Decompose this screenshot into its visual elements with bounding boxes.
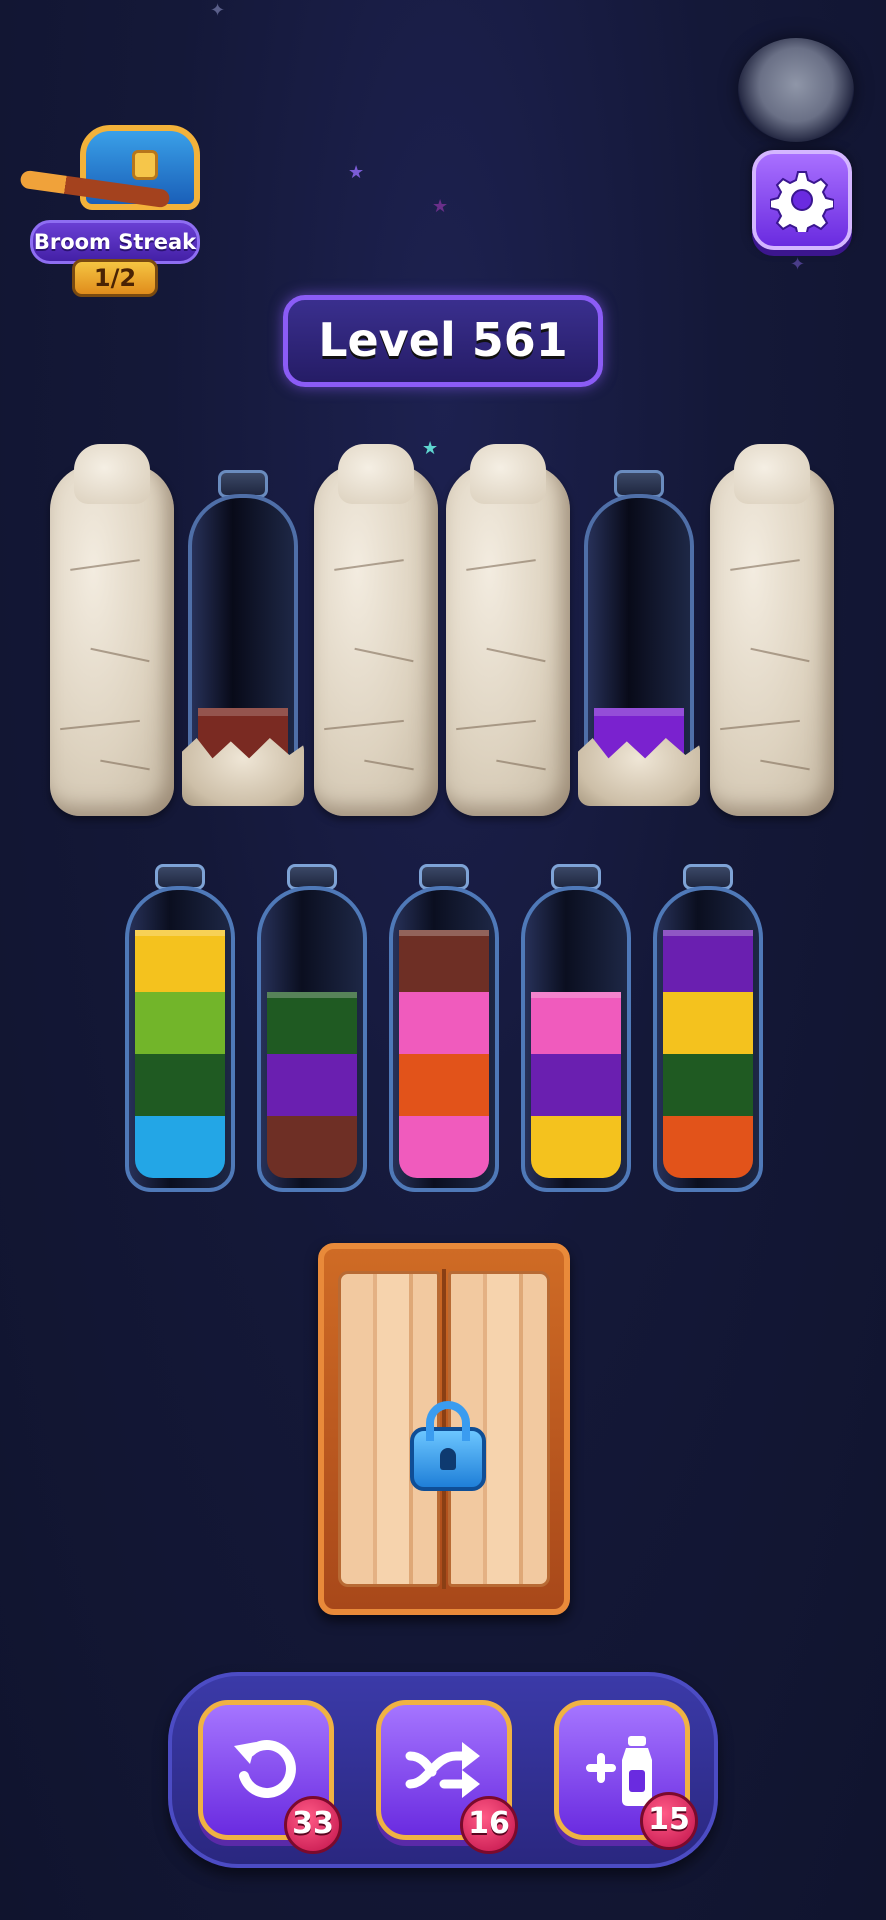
settings-button[interactable] <box>752 150 852 250</box>
star-decoration: ★ <box>348 162 365 183</box>
liquid-layer <box>267 1054 357 1116</box>
liquid-layer <box>399 1116 489 1178</box>
liquid-layer <box>135 1116 225 1178</box>
sort-tube[interactable] <box>653 864 763 1192</box>
liquid-layer <box>267 1116 357 1178</box>
shuffle-icon <box>405 1742 480 1798</box>
stone-covered-tube[interactable] <box>50 444 174 816</box>
star-decoration: ✦ <box>210 0 226 21</box>
liquid-layer <box>135 1054 225 1116</box>
stone-crack <box>496 759 546 771</box>
undo-count-badge: 33 <box>284 1796 342 1854</box>
stone-crack <box>760 759 810 771</box>
liquid-layer <box>531 1116 621 1178</box>
stone-crack <box>720 719 800 731</box>
level-title: Level 561 <box>283 295 603 387</box>
partial-tube[interactable] <box>578 470 700 806</box>
locked-tube-crate[interactable] <box>318 1243 570 1615</box>
tube-glass <box>521 886 631 1192</box>
stone-crack <box>466 559 536 571</box>
liquid-layer <box>399 1054 489 1116</box>
liquid-layer <box>663 1054 753 1116</box>
liquid-layer <box>399 930 489 992</box>
streak-progress: 1/2 <box>72 259 158 297</box>
sort-tube[interactable] <box>389 864 499 1192</box>
liquid-layer <box>531 992 621 1054</box>
stone-crack <box>100 759 150 771</box>
sort-tube[interactable] <box>521 864 631 1192</box>
star-decoration: ★ <box>422 438 439 459</box>
tube-glass <box>389 886 499 1192</box>
gear-icon <box>770 171 834 232</box>
liquid-layer <box>663 992 753 1054</box>
stone-covered-tube[interactable] <box>314 444 438 816</box>
menu-circle-button[interactable] <box>738 38 854 142</box>
sort-tube[interactable] <box>257 864 367 1192</box>
sort-tube[interactable] <box>125 864 235 1192</box>
stone-crack <box>486 647 546 663</box>
stone-crack <box>364 759 414 771</box>
stone-crack <box>730 559 800 571</box>
stone-crack <box>60 719 140 731</box>
liquid-layer <box>663 930 753 992</box>
stone-crack <box>456 719 536 731</box>
liquid-layer <box>399 992 489 1054</box>
undo-icon <box>234 1740 296 1798</box>
partial-tube[interactable] <box>182 470 304 806</box>
broom-streak-widget[interactable]: Broom Streak 1/2 <box>19 115 210 305</box>
stone-covered-tube[interactable] <box>710 444 834 816</box>
stone-crack <box>354 647 414 663</box>
tube-glass <box>584 494 694 764</box>
padlock-icon <box>410 1401 486 1491</box>
liquid-layer <box>135 930 225 992</box>
stone-crack <box>70 559 140 571</box>
stone-covered-tube[interactable] <box>446 444 570 816</box>
liquid-layer <box>663 1116 753 1178</box>
liquid-layer <box>135 992 225 1054</box>
liquid-layer <box>267 992 357 1054</box>
stone-crack <box>90 647 150 663</box>
streak-label: Broom Streak <box>30 220 200 264</box>
add-tube-count-badge: 15 <box>640 1792 698 1850</box>
star-decoration: ✦ <box>790 254 806 275</box>
stone-crack <box>334 559 404 571</box>
shuffle-count-badge: 16 <box>460 1796 518 1854</box>
chest-lock-icon <box>132 150 158 180</box>
stone-crack <box>750 647 810 663</box>
liquid-layer <box>531 1054 621 1116</box>
tube-glass <box>653 886 763 1192</box>
stone-crack <box>324 719 404 731</box>
tube-glass <box>188 494 298 764</box>
tube-glass <box>257 886 367 1192</box>
tube-glass <box>125 886 235 1192</box>
star-decoration: ★ <box>432 196 449 217</box>
